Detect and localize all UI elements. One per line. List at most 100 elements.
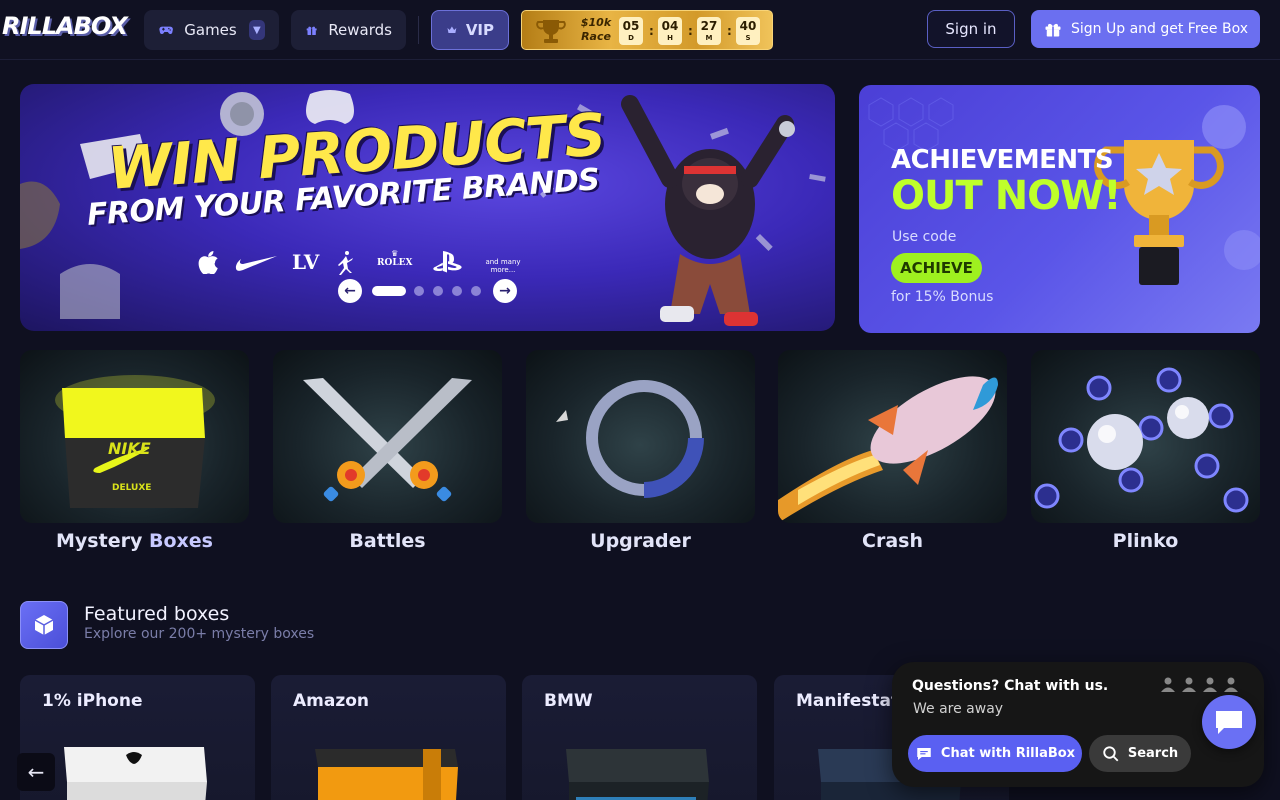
lv-logo-icon: LV xyxy=(292,250,320,274)
box-name: Amazon xyxy=(293,691,370,711)
race-prize: $10k xyxy=(580,16,612,29)
games-menu-button[interactable]: Games ▼ xyxy=(144,10,279,50)
sign-up-button[interactable]: Sign Up and get Free Box xyxy=(1031,10,1260,48)
chat-launcher-button[interactable] xyxy=(1202,695,1256,749)
upgrade-ring-icon xyxy=(556,380,704,498)
chevron-down-icon: ▼ xyxy=(248,20,265,40)
bmw-box-image xyxy=(566,749,709,800)
game-label-battles[interactable]: Battles xyxy=(273,530,502,552)
svg-text:NIKE: NIKE xyxy=(108,439,151,458)
avatar-icon xyxy=(1182,677,1196,692)
carousel-prev-button[interactable]: ← xyxy=(338,279,362,303)
race-hours-unit: H xyxy=(667,34,673,42)
game-label-plinko[interactable]: Plinko xyxy=(1031,530,1260,552)
gift-icon xyxy=(306,26,317,35)
playstation-logo-icon xyxy=(433,251,462,273)
crown-icon xyxy=(447,26,457,33)
sign-in-button[interactable]: Sign in xyxy=(927,10,1015,48)
avatar-icon xyxy=(1203,677,1217,692)
game-label-highlight: Boxes xyxy=(148,530,213,552)
race-days-unit: D xyxy=(628,34,634,42)
vip-button[interactable]: VIP xyxy=(431,10,509,50)
and-many-more-text: and many more... xyxy=(485,258,521,274)
carousel-next-button[interactable]: → xyxy=(493,279,517,303)
sign-up-label: Sign Up and get Free Box xyxy=(1071,21,1248,37)
nav-divider xyxy=(418,16,419,44)
carousel-dot[interactable] xyxy=(414,286,424,296)
search-icon xyxy=(1103,745,1119,761)
rillabox-logo[interactable]: RILLABOX xyxy=(2,12,128,40)
chat-status: We are away xyxy=(913,701,1004,717)
race-hours: 04 H xyxy=(658,17,682,45)
race-colon: : xyxy=(649,24,654,38)
chat-bubble-icon xyxy=(1216,711,1242,734)
achievements-banner[interactable]: ACHIEVEMENTS OUT NOW! Use code ACHIEVE f… xyxy=(859,85,1260,333)
game-card-upgrader[interactable] xyxy=(526,350,755,523)
cube-icon xyxy=(20,601,68,649)
race-seconds: 40 S xyxy=(736,17,760,45)
rolex-text: ROLEX xyxy=(377,258,413,268)
plinko-balls-icon xyxy=(1034,367,1249,513)
rolex-logo-icon: ♛ ROLEX xyxy=(377,249,413,268)
promo-code-badge[interactable]: ACHIEVE xyxy=(891,253,982,283)
featured-subtitle: Explore our 200+ mystery boxes xyxy=(84,626,315,642)
rocket-icon xyxy=(778,376,998,523)
nike-deluxe-box-icon: NIKE DELUXE xyxy=(55,375,215,508)
game-card-battles[interactable] xyxy=(273,350,502,523)
race-seconds-value: 40 xyxy=(739,19,757,33)
race-countdown-banner[interactable]: $10k Race 05 D : 04 H : 27 M : 40 S xyxy=(521,10,773,50)
chat-bubble-icon xyxy=(917,747,931,760)
iphone-box-image xyxy=(64,747,207,800)
race-days-value: 05 xyxy=(622,19,640,33)
hero-carousel[interactable]: WIN PRODUCTS FROM YOUR FAVORITE BRANDS L… xyxy=(20,84,835,331)
game-label-upgrader[interactable]: Upgrader xyxy=(526,530,755,552)
chat-question: Questions? Chat with us. xyxy=(912,678,1109,694)
game-card-crash[interactable] xyxy=(778,350,1007,523)
carousel-dot[interactable] xyxy=(471,286,481,296)
game-card-mystery-boxes[interactable]: NIKE DELUXE xyxy=(20,350,249,523)
nike-logo-icon xyxy=(235,256,277,271)
bonus-label: for 15% Bonus xyxy=(891,289,994,305)
svg-text:DELUXE: DELUXE xyxy=(112,483,151,493)
jordan-logo-icon xyxy=(338,251,353,275)
gift-icon xyxy=(1045,23,1061,37)
achievements-title: ACHIEVEMENTS xyxy=(891,145,1114,175)
achievements-headline: OUT NOW! xyxy=(891,173,1122,219)
chat-with-us-button[interactable]: Chat with RillaBox xyxy=(908,735,1082,772)
chat-search-button[interactable]: Search xyxy=(1089,735,1191,772)
cube-icon-svg xyxy=(34,615,54,635)
race-hours-value: 04 xyxy=(661,19,679,33)
game-card-plinko[interactable] xyxy=(1031,350,1260,523)
race-label: $10k Race xyxy=(578,16,614,44)
game-label-mystery-boxes[interactable]: Mystery Boxes xyxy=(20,530,249,552)
apple-logo-icon xyxy=(198,251,218,274)
games-label: Games xyxy=(184,21,237,39)
race-minutes-unit: M xyxy=(705,34,713,42)
avatar-icon xyxy=(1224,677,1238,692)
box-name: 1% iPhone xyxy=(42,691,143,711)
race-minutes-value: 27 xyxy=(700,19,718,33)
carousel-dot[interactable] xyxy=(452,286,462,296)
game-label-crash[interactable]: Crash xyxy=(778,530,1007,552)
game-label-text: Mystery xyxy=(56,530,143,552)
carousel-dot[interactable] xyxy=(433,286,443,296)
race-colon: : xyxy=(727,24,732,38)
amazon-box-image xyxy=(315,749,458,800)
race-colon: : xyxy=(688,24,693,38)
featured-box-card[interactable]: 1% iPhone xyxy=(20,675,255,800)
scroll-left-button[interactable]: ← xyxy=(17,753,55,791)
avatar-icon xyxy=(1161,677,1175,692)
box-name: BMW xyxy=(544,691,593,711)
race-seconds-unit: S xyxy=(745,34,751,42)
race-minutes: 27 M xyxy=(697,17,721,45)
use-code-label: Use code xyxy=(892,229,957,245)
chat-cta-label: Chat with RillaBox xyxy=(940,746,1076,761)
rewards-button[interactable]: Rewards xyxy=(291,10,406,50)
featured-box-card[interactable]: Amazon xyxy=(271,675,506,800)
carousel-dot[interactable] xyxy=(372,286,406,296)
chat-search-label: Search xyxy=(1127,746,1179,761)
rewards-label: Rewards xyxy=(328,21,392,39)
top-navbar: RILLABOX Games ▼ Rewards VIP $10k Race 0… xyxy=(0,0,1280,60)
featured-box-card[interactable]: BMW xyxy=(522,675,757,800)
gamepad-icon xyxy=(159,26,173,35)
